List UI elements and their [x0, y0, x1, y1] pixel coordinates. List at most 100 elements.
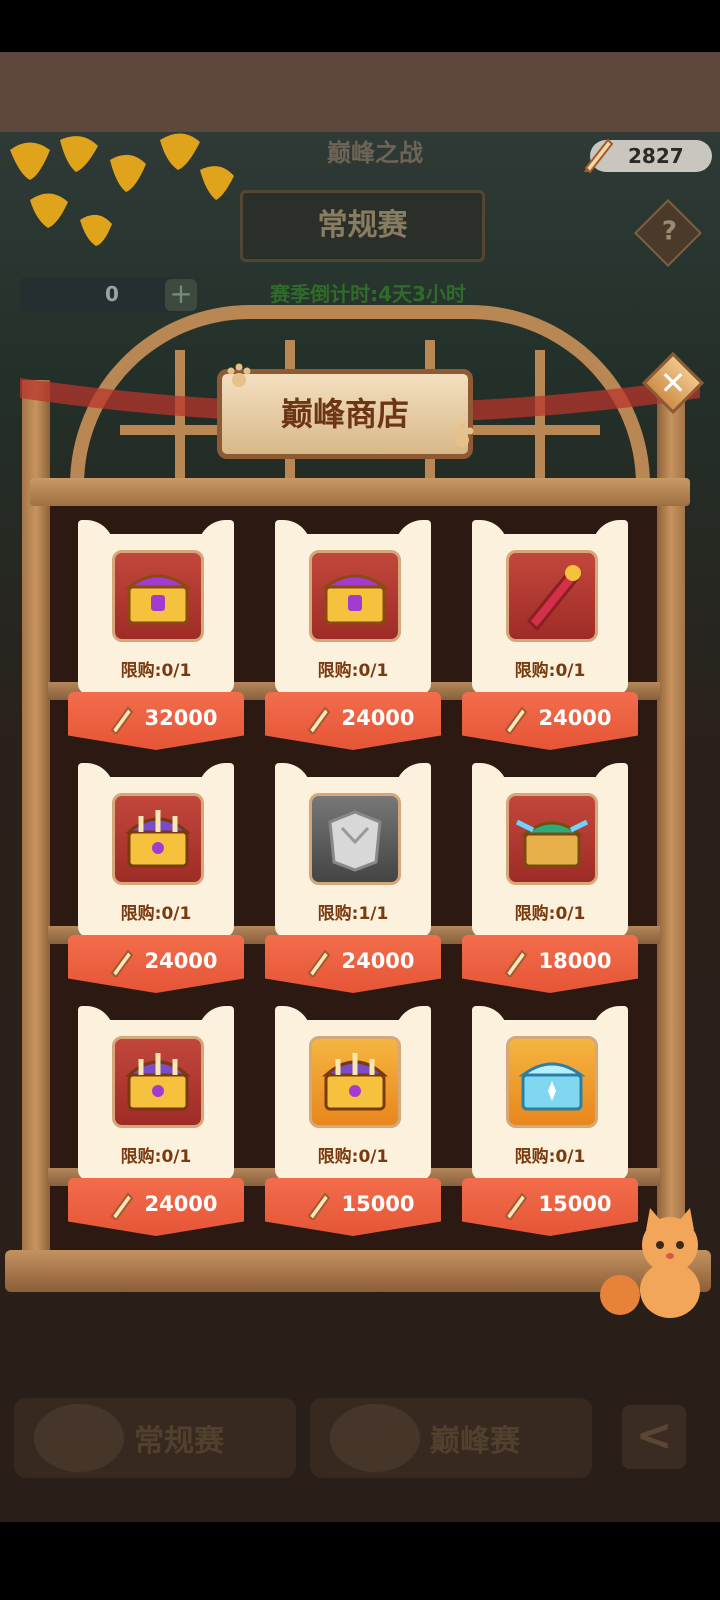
back-arrow-icon: < — [635, 1410, 673, 1461]
card-ear-left — [472, 763, 508, 799]
striped-treasure-chest-icon — [125, 1053, 191, 1111]
shop-item[interactable]: 限购:0/1 18000 — [462, 763, 638, 1003]
item-thumbnail — [309, 550, 401, 642]
card-ear-right — [198, 520, 234, 556]
quill-token-icon — [504, 949, 528, 977]
price-button[interactable]: 15000 — [265, 1178, 441, 1236]
price-button[interactable]: 24000 — [265, 692, 441, 750]
purchase-limit: 限购:1/1 — [317, 904, 389, 924]
mode-title: 常规赛 — [240, 190, 485, 262]
quill-token-icon — [110, 949, 134, 977]
card-ear-left — [472, 520, 508, 556]
shop-item[interactable]: 限购:1/1 24000 — [265, 763, 441, 1003]
energy-value: 0 — [105, 282, 119, 306]
item-card: 限购:0/1 — [472, 520, 628, 694]
item-thumbnail — [112, 793, 204, 885]
add-energy-button[interactable]: + — [165, 279, 197, 311]
shop-item[interactable]: 限购:0/1 24000 — [68, 763, 244, 1003]
purchase-limit: 限购:0/1 — [514, 904, 586, 924]
status-bar — [0, 0, 720, 52]
quill-token-icon — [504, 706, 528, 734]
jade-winged-chest-icon — [515, 819, 589, 868]
item-price: 24000 — [144, 949, 218, 973]
item-card: 限购:0/1 — [78, 520, 234, 694]
shop-item[interactable]: 限购:0/1 32000 — [68, 520, 244, 760]
shelf-left-post — [22, 380, 50, 1280]
help-icon: ? — [661, 216, 677, 247]
tab-label: 巅峰赛 — [430, 1424, 520, 1459]
card-ear-right — [592, 520, 628, 556]
currency-display: 2827 — [584, 138, 712, 174]
silver-armor-icon — [328, 810, 382, 872]
purchase-limit: 限购:0/1 — [120, 661, 192, 681]
tab-label: 常规赛 — [134, 1424, 224, 1459]
shop-item[interactable]: 限购:0/1 24000 — [68, 1006, 244, 1246]
purchase-limit: 限购:0/1 — [317, 661, 389, 681]
shop-item[interactable]: 限购:0/1 24000 — [462, 520, 638, 760]
quill-token-icon — [584, 138, 614, 174]
navigation-bar — [0, 1522, 720, 1600]
card-ear-left — [78, 520, 114, 556]
purchase-limit: 限购:0/1 — [514, 1147, 586, 1167]
price-button[interactable]: 24000 — [68, 1178, 244, 1236]
currency-value: 2827 — [628, 144, 684, 168]
quill-token-icon — [307, 1192, 331, 1220]
quill-token-icon — [307, 949, 331, 977]
card-ear-right — [395, 520, 431, 556]
card-ear-right — [395, 763, 431, 799]
purple-gold-chest-icon — [321, 574, 389, 625]
price-button[interactable]: 32000 — [68, 692, 244, 750]
battle-title: 巅峰之战 — [327, 139, 423, 167]
item-price: 15000 — [341, 1192, 415, 1216]
cat-mascot — [600, 1208, 700, 1318]
item-price: 32000 — [144, 706, 218, 730]
item-card: 限购:0/1 — [275, 1006, 431, 1180]
card-ear-right — [395, 1006, 431, 1042]
striped-treasure-chest-icon — [322, 1053, 388, 1111]
striped-treasure-chest-icon — [125, 810, 191, 868]
quill-token-icon — [110, 1192, 134, 1220]
item-card: 限购:0/1 — [472, 1006, 628, 1180]
card-ear-right — [198, 763, 234, 799]
tab-peak-season[interactable]: 巅峰赛 — [310, 1398, 592, 1478]
purple-gold-chest-icon — [124, 574, 192, 625]
shelf-right-post — [657, 380, 685, 1280]
item-price: 24000 — [144, 1192, 218, 1216]
price-button[interactable]: 18000 — [462, 935, 638, 993]
item-thumbnail — [309, 793, 401, 885]
back-button[interactable]: < — [622, 1405, 686, 1469]
item-thumbnail — [309, 1036, 401, 1128]
close-icon: ✕ — [659, 364, 687, 402]
paw-icon — [227, 363, 251, 387]
red-scroll-scepter-icon — [526, 565, 582, 632]
shop-item[interactable]: 限购:0/1 15000 — [265, 1006, 441, 1246]
quill-token-icon — [110, 706, 134, 734]
item-card: 限购:1/1 — [275, 763, 431, 937]
card-ear-left — [275, 520, 311, 556]
item-price: 18000 — [538, 949, 612, 973]
card-ear-right — [592, 763, 628, 799]
item-card: 限购:0/1 — [275, 520, 431, 694]
shop-item[interactable]: 限购:0/1 24000 — [265, 520, 441, 760]
item-thumbnail — [112, 550, 204, 642]
cat-hero-portrait — [330, 1404, 420, 1472]
price-button[interactable]: 24000 — [68, 935, 244, 993]
price-button[interactable]: 24000 — [462, 692, 638, 750]
card-ear-left — [472, 1006, 508, 1042]
item-price: 24000 — [341, 949, 415, 973]
item-price: 24000 — [341, 706, 415, 730]
tab-regular-season[interactable]: 常规赛 — [14, 1398, 296, 1478]
item-card: 限购:0/1 — [78, 1006, 234, 1180]
paw-icon — [450, 423, 474, 447]
card-ear-right — [592, 1006, 628, 1042]
purchase-limit: 限购:0/1 — [514, 661, 586, 681]
item-thumbnail — [506, 1036, 598, 1128]
cat-hero-portrait — [34, 1404, 124, 1472]
purchase-limit: 限购:0/1 — [120, 1147, 192, 1167]
item-card: 限购:0/1 — [472, 763, 628, 937]
purchase-limit: 限购:0/1 — [317, 1147, 389, 1167]
energy-counter: 0 + — [20, 277, 197, 313]
item-thumbnail — [112, 1036, 204, 1128]
price-button[interactable]: 24000 — [265, 935, 441, 993]
item-thumbnail — [506, 793, 598, 885]
